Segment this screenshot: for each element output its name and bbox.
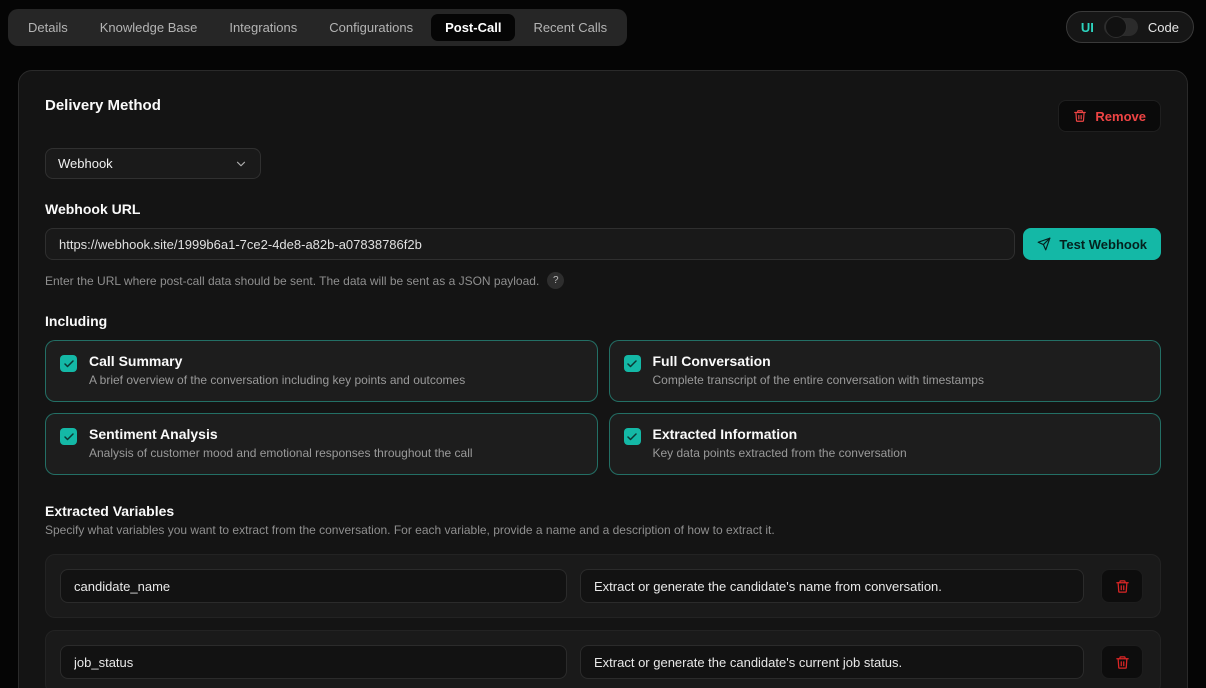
tab-knowledge-base[interactable]: Knowledge Base <box>86 14 212 41</box>
option-description: Analysis of customer mood and emotional … <box>89 446 473 460</box>
option-title: Extracted Information <box>653 426 907 442</box>
variable-row-candidate-name <box>45 554 1161 618</box>
check-icon <box>626 431 638 443</box>
remove-button[interactable]: Remove <box>1058 100 1161 132</box>
checkbox-sentiment-analysis[interactable] <box>60 428 77 445</box>
test-webhook-button[interactable]: Test Webhook <box>1023 228 1161 260</box>
ui-code-toggle[interactable]: UI Code <box>1066 11 1194 43</box>
option-title: Sentiment Analysis <box>89 426 473 442</box>
extracted-variables-description: Specify what variables you want to extra… <box>45 523 1161 537</box>
webhook-url-row: Test Webhook <box>45 228 1161 260</box>
option-card-sentiment-analysis[interactable]: Sentiment Analysis Analysis of customer … <box>45 413 598 475</box>
option-text: Full Conversation Complete transcript of… <box>653 353 984 387</box>
option-text: Extracted Information Key data points ex… <box>653 426 907 460</box>
webhook-url-label: Webhook URL <box>45 201 1161 217</box>
check-icon <box>63 358 75 370</box>
post-call-panel: Delivery Method Remove Webhook Webhook U… <box>18 70 1188 688</box>
checkbox-extracted-information[interactable] <box>624 428 641 445</box>
including-options-grid: Call Summary A brief overview of the con… <box>45 340 1161 475</box>
test-webhook-label: Test Webhook <box>1059 237 1147 252</box>
variable-description-input[interactable] <box>580 645 1084 679</box>
help-icon[interactable]: ? <box>547 272 564 289</box>
delete-variable-button[interactable] <box>1101 645 1143 679</box>
option-description: Key data points extracted from the conve… <box>653 446 907 460</box>
delivery-method-value: Webhook <box>58 156 113 171</box>
option-card-extracted-information[interactable]: Extracted Information Key data points ex… <box>609 413 1162 475</box>
variable-name-input[interactable] <box>60 645 567 679</box>
tab-post-call[interactable]: Post-Call <box>431 14 515 41</box>
top-bar: Details Knowledge Base Integrations Conf… <box>8 8 1194 46</box>
variable-name-input[interactable] <box>60 569 567 603</box>
trash-icon <box>1115 655 1130 670</box>
tab-details[interactable]: Details <box>14 14 82 41</box>
ui-mode-label[interactable]: UI <box>1081 20 1094 35</box>
check-icon <box>626 358 638 370</box>
option-card-full-conversation[interactable]: Full Conversation Complete transcript of… <box>609 340 1162 402</box>
option-card-call-summary[interactable]: Call Summary A brief overview of the con… <box>45 340 598 402</box>
tab-recent-calls[interactable]: Recent Calls <box>519 14 621 41</box>
webhook-url-input[interactable] <box>45 228 1015 260</box>
delivery-method-label: Delivery Method <box>45 97 161 114</box>
extracted-variables-label: Extracted Variables <box>45 503 1161 519</box>
delivery-method-select[interactable]: Webhook <box>45 148 261 179</box>
option-title: Full Conversation <box>653 353 984 369</box>
code-mode-label[interactable]: Code <box>1148 20 1179 35</box>
checkbox-full-conversation[interactable] <box>624 355 641 372</box>
tab-bar: Details Knowledge Base Integrations Conf… <box>8 9 627 46</box>
tab-configurations[interactable]: Configurations <box>315 14 427 41</box>
mode-switch[interactable] <box>1104 18 1138 36</box>
option-description: Complete transcript of the entire conver… <box>653 373 984 387</box>
remove-label: Remove <box>1095 109 1146 124</box>
option-text: Call Summary A brief overview of the con… <box>89 353 465 387</box>
variable-description-input[interactable] <box>580 569 1084 603</box>
trash-icon <box>1115 579 1130 594</box>
variable-row-job-status <box>45 630 1161 688</box>
checkbox-call-summary[interactable] <box>60 355 77 372</box>
delete-variable-button[interactable] <box>1101 569 1143 603</box>
option-text: Sentiment Analysis Analysis of customer … <box>89 426 473 460</box>
check-icon <box>63 431 75 443</box>
send-icon <box>1037 237 1051 251</box>
delivery-method-header: Delivery Method Remove <box>45 97 1161 132</box>
trash-icon <box>1073 109 1087 123</box>
mode-switch-knob <box>1105 16 1127 38</box>
option-description: A brief overview of the conversation inc… <box>89 373 465 387</box>
tab-integrations[interactable]: Integrations <box>215 14 311 41</box>
webhook-helper-text: Enter the URL where post-call data shoul… <box>45 274 539 288</box>
including-label: Including <box>45 313 1161 329</box>
webhook-helper-row: Enter the URL where post-call data shoul… <box>45 272 1161 289</box>
chevron-down-icon <box>234 157 248 171</box>
option-title: Call Summary <box>89 353 465 369</box>
